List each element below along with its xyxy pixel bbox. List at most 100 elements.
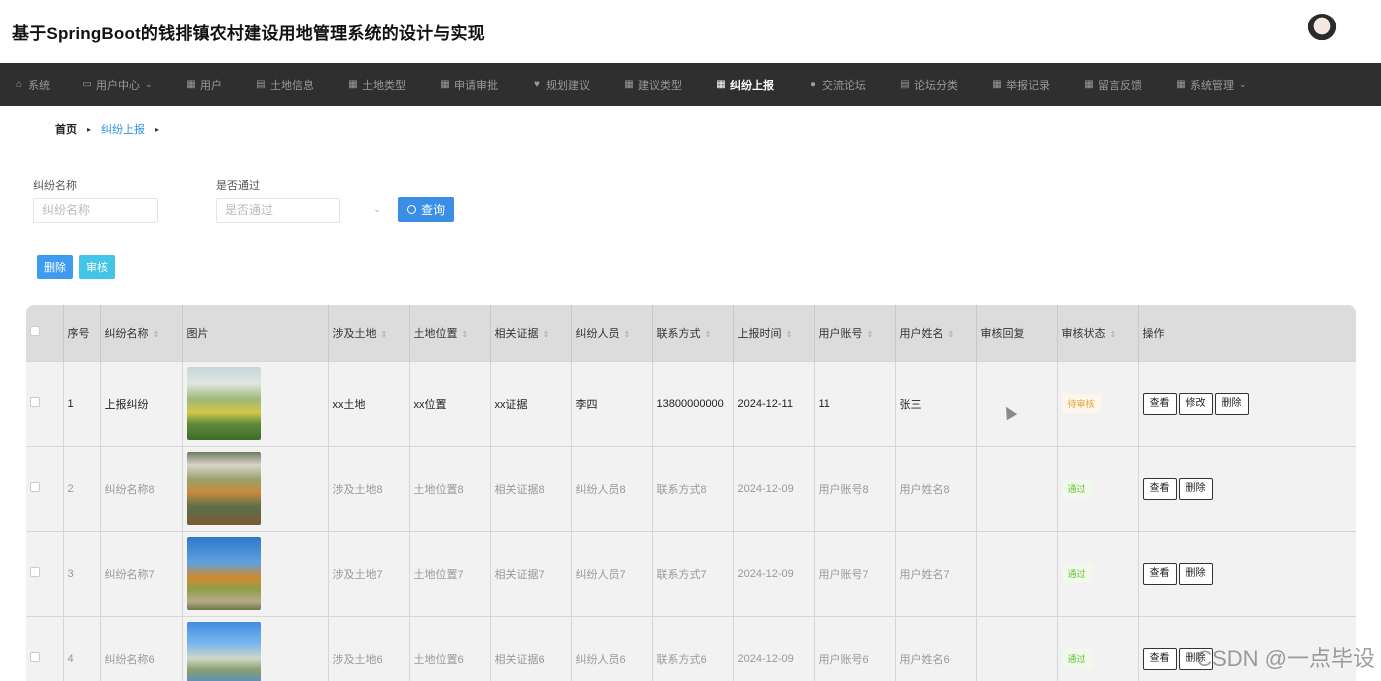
column-header: 序号 [63,305,101,361]
nav-item-1[interactable]: ▭ 用户中心 ⌄ [82,77,186,93]
nav-item-7[interactable]: ▦ 建议类型 [624,77,716,93]
calendar-icon: ▭ [82,78,92,90]
cell-reply [976,615,1058,681]
sort-icon[interactable]: ⇕ [705,330,712,339]
column-header-label: 审核状态 [1061,327,1106,340]
column-header-label: 用户姓名 [899,327,944,340]
column-header: 图片 [182,305,329,361]
query-label: 查询 [420,203,445,217]
cell-land: 涉及土地8 [328,445,410,531]
nav-item-6[interactable]: ♥ 规划建议 [532,77,624,93]
grid-icon: ▦ [624,78,634,90]
chevron-right-icon: ▸ [87,124,92,134]
nav-item-3[interactable]: ▤ 土地信息 [256,77,348,93]
delete-button[interactable]: 删除 [1214,392,1249,415]
column-header-label: 上报时间 [737,327,782,340]
grid-icon: ▦ [348,78,358,90]
status-cell: 通过 [1057,615,1139,681]
column-header[interactable]: 土地位置 ⇕ [409,305,491,361]
grid-icon: ▦ [186,78,196,90]
chevron-down-icon[interactable]: ⌄ [373,204,381,215]
column-header-label: 土地位置 [413,327,458,340]
sort-icon[interactable]: ⇕ [867,330,874,339]
name-search-input[interactable]: 纠纷名称 [33,198,158,223]
column-header[interactable]: 联系方式 ⇕ [652,305,734,361]
breadcrumb-home[interactable]: 首页 [55,121,77,137]
batch-audit-button[interactable]: 审核 [79,255,115,279]
column-header[interactable]: 涉及土地 ⇕ [328,305,410,361]
cell-person: 纠纷人员7 [571,530,653,616]
cell-location: 土地位置6 [409,615,491,681]
sort-icon[interactable]: ⇕ [543,330,550,339]
sort-icon[interactable]: ⇕ [948,330,955,339]
view-button[interactable]: 查看 [1142,562,1177,585]
query-button[interactable]: 查询 [398,197,454,222]
nav-item-2[interactable]: ▦ 用户 [186,77,256,93]
row-checkbox-cell [26,445,64,531]
avatar[interactable] [1307,14,1337,44]
nav-item-5[interactable]: ▦ 申请审批 [440,77,532,93]
top-nav: ⌂ 系统 ▭ 用户中心 ⌄ ▦ 用户 ▤ 土地信息 ▦ 土地类型 ▦ 申请审批 ♥ 规划建议 ▦ 建议类型 ▦ 纠纷… [0,63,1381,106]
column-header[interactable]: 用户姓名 ⇕ [895,305,977,361]
column-header-label: 纠纷人员 [575,327,620,340]
nav-item-0[interactable]: ⌂ 系统 [14,77,82,93]
nav-item-label: 纠纷上报 [730,79,774,92]
edit-button[interactable]: 修改 [1178,392,1213,415]
cell-phone: 联系方式6 [652,615,734,681]
actions-cell: 查看 删除 [1138,445,1356,531]
nav-item-11[interactable]: ▦ 举报记录 [992,77,1084,93]
sort-icon[interactable]: ⇕ [624,330,631,339]
row-checkbox-cell [26,530,64,616]
sort-icon[interactable]: ⇕ [1110,330,1117,339]
column-header[interactable]: 上报时间 ⇕ [733,305,815,361]
column-header[interactable]: 审核状态 ⇕ [1057,305,1139,361]
nav-item-8[interactable]: ▦ 纠纷上报 [716,77,808,93]
pass-label: 是否通过 [216,180,260,192]
cell-time: 2024-12-09 [733,445,815,531]
nav-item-12[interactable]: ▦ 留言反馈 [1084,77,1176,93]
column-header[interactable]: 纠纷名称 ⇕ [100,305,183,361]
trophy-icon: ♥ [534,78,540,90]
batch-delete-button[interactable]: 删除 [37,255,73,279]
pass-select[interactable]: 是否通过 [216,198,340,223]
nav-item-9[interactable]: ● 交流论坛 [808,77,900,93]
row-checkbox[interactable] [30,567,40,577]
cell-person: 纠纷人员6 [571,615,653,681]
cell-idx: 2 [63,445,101,531]
column-header-label: 序号 [67,327,90,340]
select-all-checkbox[interactable] [30,326,40,337]
nav-item-4[interactable]: ▦ 土地类型 [348,77,440,93]
status-badge: 通过 [1061,649,1092,669]
table-row[interactable]: 2 纠纷名称8 涉及土地8 土地位置8 相关证据8 纠纷人员8 联系方式8 2024-12-0… [26,445,1356,531]
table-row[interactable]: 3 纠纷名称7 涉及土地7 土地位置7 相关证据7 纠纷人员7 联系方式7 2024-12-0… [26,530,1356,616]
sort-icon[interactable]: ⇕ [786,330,793,339]
view-button[interactable]: 查看 [1142,477,1177,500]
view-button[interactable]: 查看 [1142,392,1177,415]
row-checkbox[interactable] [30,652,40,663]
cell-person: 李四 [571,360,653,446]
column-header-label: 图片 [186,327,209,340]
name-label: 纠纷名称 [33,180,77,192]
image-cell [182,530,329,616]
sort-icon[interactable]: ⇕ [381,330,388,339]
row-checkbox[interactable] [30,397,40,407]
view-button[interactable]: 查看 [1142,647,1177,670]
cell-idx: 3 [63,530,101,616]
row-checkbox[interactable] [30,482,40,492]
column-header-label: 涉及土地 [332,327,377,340]
nav-item-13[interactable]: ▦ 系统管理 ⌄ [1176,77,1256,93]
column-header[interactable]: 相关证据 ⇕ [490,305,572,361]
delete-button[interactable]: 删除 [1178,477,1213,500]
cell-account: 用户账号6 [814,615,896,681]
table-row[interactable]: 1 上报纠纷 xx土地 xx位置 xx证据 李四 13800000000 2024-12-11… [26,360,1356,446]
sort-icon[interactable]: ⇕ [462,330,469,339]
delete-button[interactable]: 删除 [1178,562,1213,585]
column-header[interactable]: 用户账号 ⇕ [814,305,896,361]
table-row[interactable]: 4 纠纷名称6 涉及土地6 土地位置6 相关证据6 纠纷人员6 联系方式6 2024-12-0… [26,615,1356,681]
column-header[interactable]: 纠纷人员 ⇕ [571,305,653,361]
grid-icon: ▦ [992,78,1002,90]
cell-name: 纠纷名称6 [100,615,183,681]
breadcrumb-current[interactable]: 纠纷上报 [101,121,145,137]
nav-item-10[interactable]: ▤ 论坛分类 [900,77,992,93]
sort-icon[interactable]: ⇕ [153,330,160,339]
